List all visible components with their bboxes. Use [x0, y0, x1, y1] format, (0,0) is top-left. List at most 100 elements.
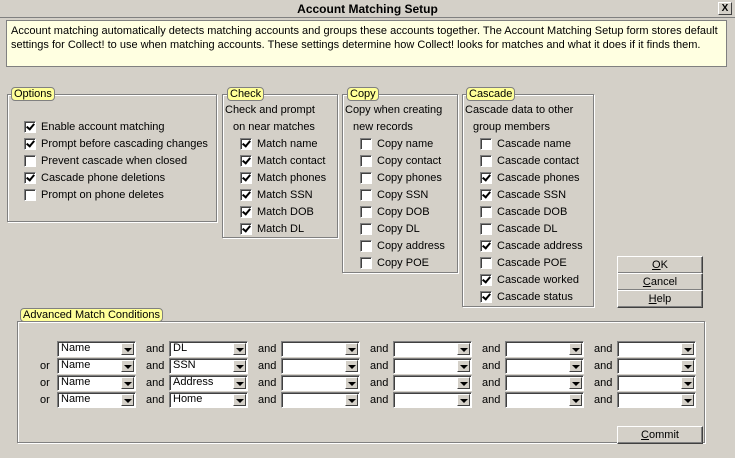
checkbox-box[interactable] — [240, 189, 252, 201]
match-field-select[interactable]: Address — [169, 375, 248, 391]
dropdown-arrow-icon[interactable] — [345, 394, 358, 406]
cascade-checkbox[interactable]: Cascade DL — [480, 223, 558, 237]
match-field-select[interactable] — [393, 358, 472, 374]
dropdown-arrow-icon[interactable] — [681, 360, 694, 372]
cascade-checkbox[interactable]: Cascade contact — [480, 155, 579, 169]
match-field-select[interactable]: DL — [169, 341, 248, 357]
match-field-select[interactable] — [617, 392, 696, 408]
match-field-select[interactable] — [393, 392, 472, 408]
dropdown-arrow-icon[interactable] — [457, 377, 470, 389]
match-field-select[interactable] — [505, 341, 584, 357]
cascade-checkbox[interactable]: Cascade name — [480, 138, 571, 152]
cascade-checkbox[interactable]: Cascade SSN — [480, 189, 566, 203]
check-checkbox[interactable]: Match DL — [240, 223, 304, 237]
checkbox-box[interactable] — [480, 274, 492, 286]
dropdown-arrow-icon[interactable] — [233, 343, 246, 355]
dropdown-arrow-icon[interactable] — [681, 343, 694, 355]
checkbox-box[interactable] — [480, 138, 492, 150]
dropdown-arrow-icon[interactable] — [233, 394, 246, 406]
checkbox-box[interactable] — [24, 155, 36, 167]
match-field-select[interactable] — [281, 375, 360, 391]
commit-button[interactable]: Commit — [617, 426, 703, 444]
checkbox-box[interactable] — [240, 223, 252, 235]
copy-checkbox[interactable]: Copy SSN — [360, 189, 428, 203]
dropdown-arrow-icon[interactable] — [345, 343, 358, 355]
match-field-select[interactable] — [617, 375, 696, 391]
checkbox-box[interactable] — [480, 291, 492, 303]
dropdown-arrow-icon[interactable] — [569, 377, 582, 389]
dropdown-arrow-icon[interactable] — [569, 360, 582, 372]
checkbox-box[interactable] — [480, 206, 492, 218]
dropdown-arrow-icon[interactable] — [121, 377, 134, 389]
checkbox-box[interactable] — [360, 223, 372, 235]
copy-checkbox[interactable]: Copy POE — [360, 257, 429, 271]
match-field-select[interactable]: SSN — [169, 358, 248, 374]
match-field-select[interactable]: Name — [57, 392, 136, 408]
dropdown-arrow-icon[interactable] — [681, 377, 694, 389]
checkbox-box[interactable] — [240, 206, 252, 218]
checkbox-box[interactable] — [360, 172, 372, 184]
check-checkbox[interactable]: Match name — [240, 138, 318, 152]
checkbox-box[interactable] — [360, 189, 372, 201]
cascade-checkbox[interactable]: Cascade DOB — [480, 206, 567, 220]
checkbox-box[interactable] — [480, 189, 492, 201]
match-field-select[interactable] — [617, 341, 696, 357]
check-checkbox[interactable]: Match SSN — [240, 189, 313, 203]
options-checkbox[interactable]: Prevent cascade when closed — [24, 155, 187, 169]
copy-checkbox[interactable]: Copy DOB — [360, 206, 430, 220]
match-field-select[interactable] — [505, 392, 584, 408]
dropdown-arrow-icon[interactable] — [569, 394, 582, 406]
cascade-checkbox[interactable]: Cascade worked — [480, 274, 579, 288]
cascade-checkbox[interactable]: Cascade status — [480, 291, 573, 305]
checkbox-box[interactable] — [240, 155, 252, 167]
dropdown-arrow-icon[interactable] — [345, 360, 358, 372]
dropdown-arrow-icon[interactable] — [457, 360, 470, 372]
cancel-button[interactable]: Cancel — [617, 273, 703, 291]
copy-checkbox[interactable]: Copy address — [360, 240, 445, 254]
dropdown-arrow-icon[interactable] — [233, 377, 246, 389]
checkbox-box[interactable] — [480, 240, 492, 252]
checkbox-box[interactable] — [360, 138, 372, 150]
check-checkbox[interactable]: Match contact — [240, 155, 325, 169]
checkbox-box[interactable] — [480, 155, 492, 167]
options-checkbox[interactable]: Cascade phone deletions — [24, 172, 165, 186]
dropdown-arrow-icon[interactable] — [569, 343, 582, 355]
dropdown-arrow-icon[interactable] — [233, 360, 246, 372]
options-checkbox[interactable]: Prompt before cascading changes — [24, 138, 208, 152]
match-field-select[interactable] — [505, 358, 584, 374]
match-field-select[interactable] — [505, 375, 584, 391]
dropdown-arrow-icon[interactable] — [121, 343, 134, 355]
options-checkbox[interactable]: Prompt on phone deletes — [24, 189, 164, 203]
copy-checkbox[interactable]: Copy DL — [360, 223, 420, 237]
checkbox-box[interactable] — [24, 189, 36, 201]
copy-checkbox[interactable]: Copy name — [360, 138, 433, 152]
match-field-select[interactable]: Home — [169, 392, 248, 408]
match-field-select[interactable]: Name — [57, 341, 136, 357]
dropdown-arrow-icon[interactable] — [681, 394, 694, 406]
match-field-select[interactable]: Name — [57, 375, 136, 391]
checkbox-box[interactable] — [24, 138, 36, 150]
check-checkbox[interactable]: Match phones — [240, 172, 326, 186]
match-field-select[interactable] — [393, 341, 472, 357]
checkbox-box[interactable] — [480, 257, 492, 269]
checkbox-box[interactable] — [360, 155, 372, 167]
checkbox-box[interactable] — [360, 206, 372, 218]
checkbox-box[interactable] — [24, 172, 36, 184]
close-button[interactable]: X — [718, 2, 732, 15]
checkbox-box[interactable] — [480, 172, 492, 184]
copy-checkbox[interactable]: Copy contact — [360, 155, 441, 169]
checkbox-box[interactable] — [240, 138, 252, 150]
checkbox-box[interactable] — [24, 121, 36, 133]
cascade-checkbox[interactable]: Cascade phones — [480, 172, 580, 186]
dropdown-arrow-icon[interactable] — [457, 394, 470, 406]
checkbox-box[interactable] — [360, 240, 372, 252]
dropdown-arrow-icon[interactable] — [345, 377, 358, 389]
match-field-select[interactable] — [281, 392, 360, 408]
check-checkbox[interactable]: Match DOB — [240, 206, 314, 220]
options-checkbox[interactable]: Enable account matching — [24, 121, 165, 135]
checkbox-box[interactable] — [360, 257, 372, 269]
match-field-select[interactable] — [281, 341, 360, 357]
copy-checkbox[interactable]: Copy phones — [360, 172, 442, 186]
dropdown-arrow-icon[interactable] — [457, 343, 470, 355]
dropdown-arrow-icon[interactable] — [121, 360, 134, 372]
